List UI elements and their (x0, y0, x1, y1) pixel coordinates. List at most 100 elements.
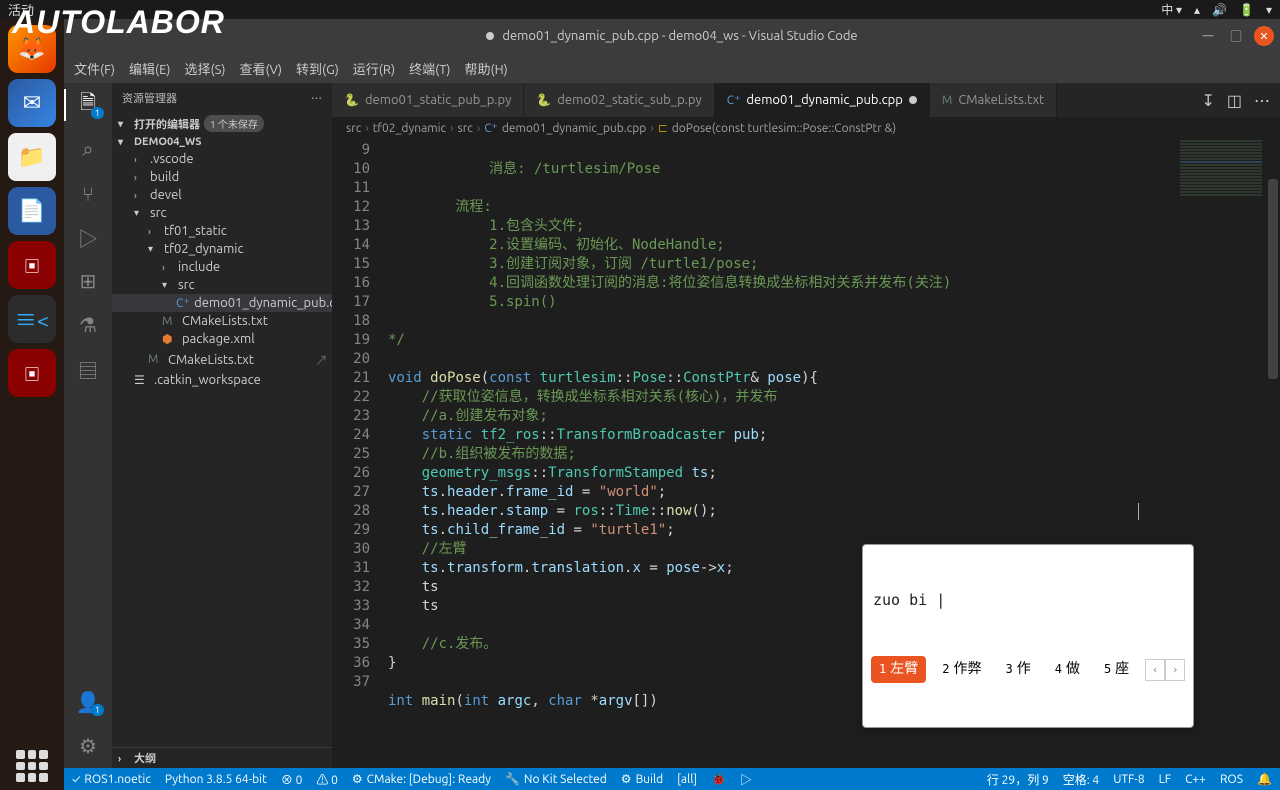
files-icon[interactable]: 📁 (8, 133, 56, 181)
sb-lang[interactable]: C++ (1185, 771, 1206, 788)
chevron-right-icon[interactable]: › (118, 753, 130, 764)
statusbar: ✓ ROS1.noetic Python 3.8.5 64-bit ⊗ 0 ⚠ … (64, 768, 1280, 790)
sb-eol[interactable]: LF (1159, 771, 1171, 788)
chevron-down-icon[interactable]: ▾ (118, 118, 130, 130)
folder-include[interactable]: ›include (112, 258, 332, 276)
tab-cmake[interactable]: MCMakeLists.txt (930, 83, 1057, 117)
explorer-icon[interactable]: 🗎1 (76, 93, 100, 117)
account-icon[interactable]: 👤1 (76, 690, 100, 714)
folder-build[interactable]: ›build (112, 168, 332, 186)
tab-py-2[interactable]: 🐍demo02_static_sub_p.py (524, 83, 714, 117)
window-title: demo01_dynamic_pub.cpp - demo04_ws - Vis… (502, 29, 857, 43)
vscode-window: demo01_dynamic_pub.cpp - demo04_ws - Vis… (64, 19, 1280, 790)
open-aside-icon[interactable]: ↧ (1201, 91, 1214, 110)
cmake-icon[interactable]: ▤ (76, 357, 100, 381)
folder-devel[interactable]: ›devel (112, 186, 332, 204)
apps-grid-icon[interactable] (8, 742, 56, 790)
ime-candidate[interactable]: 4做 (1047, 656, 1088, 683)
brand-logo: AUTOLABOR (12, 4, 225, 41)
sb-run-icon[interactable]: ▷ (740, 771, 752, 788)
volume-icon[interactable]: 🔊 (1212, 3, 1227, 17)
opened-editors-label[interactable]: 打开的编辑器 (134, 116, 200, 132)
sb-warnings[interactable]: ⚠ 0 (316, 771, 338, 788)
sb-debug-icon[interactable]: 🐞 (711, 772, 726, 786)
system-menu-icon[interactable]: ▾ (1266, 3, 1272, 17)
office-icon[interactable]: 📄 (8, 187, 56, 235)
menu-edit[interactable]: 编辑(E) (129, 59, 170, 78)
sb-build[interactable]: ⚙ Build (621, 772, 663, 786)
network-icon[interactable]: ▴ (1194, 3, 1200, 17)
outline-label[interactable]: 大纲 (134, 750, 156, 766)
workspace-label[interactable]: DEMO04_WS (134, 136, 202, 148)
sb-indent[interactable]: 空格: 4 (1063, 771, 1099, 788)
chevron-down-icon[interactable]: ▾ (118, 136, 130, 148)
test-icon[interactable]: ⚗ (76, 313, 100, 337)
gear-icon[interactable]: ⚙ (76, 734, 100, 758)
ime-candidate[interactable]: 1左臂 (871, 656, 926, 683)
scrollbar-vertical[interactable] (1266, 139, 1280, 768)
file-package-xml[interactable]: ⬢package.xml (112, 330, 332, 348)
file-cmakelists-1[interactable]: MCMakeLists.txt (112, 312, 332, 330)
folder-tf01[interactable]: ›tf01_static (112, 222, 332, 240)
sidebar-more-icon[interactable]: ⋯ (311, 90, 322, 106)
thunderbird-icon[interactable]: ✉ (8, 79, 56, 127)
menubar: 文件(F) 编辑(E) 选择(S) 查看(V) 转到(G) 运行(R) 终端(T… (64, 53, 1280, 83)
menu-goto[interactable]: 转到(G) (296, 59, 339, 78)
debug-icon[interactable]: ▷ (76, 225, 100, 249)
tab-py-1[interactable]: 🐍demo01_static_pub_p.py (332, 83, 524, 117)
sb-errors[interactable]: ⊗ 0 (281, 771, 303, 788)
minimize-button[interactable]: — (1198, 26, 1218, 46)
vscode-icon[interactable]: ≡< (8, 295, 56, 343)
menu-view[interactable]: 查看(V) (240, 59, 282, 78)
battery-icon[interactable]: 🔋 (1239, 3, 1254, 17)
unsaved-badge: 1 个未保存 (204, 115, 264, 132)
ime-prev-icon[interactable]: ‹ (1145, 659, 1165, 681)
ime-candidate[interactable]: 3作 (997, 656, 1038, 683)
menu-run[interactable]: 运行(R) (353, 59, 395, 78)
terminal-icon-2[interactable]: ▣ (8, 349, 56, 397)
code-editor[interactable]: 9101112131415161718192021222324252627282… (332, 139, 1280, 768)
ime-popup: zuo bi | 1左臂 2作弊 3作 4做 5座 ‹› (862, 544, 1194, 728)
tab-cpp[interactable]: C⁺demo01_dynamic_pub.cpp (715, 83, 930, 117)
sb-bell-icon[interactable]: 🔔 (1257, 771, 1272, 788)
ime-candidate[interactable]: 5座 (1096, 656, 1137, 683)
folder-tf02[interactable]: ▾tf02_dynamic (112, 240, 332, 258)
sb-ros2[interactable]: ROS (1220, 771, 1243, 788)
sb-target[interactable]: [all] (677, 773, 697, 786)
extensions-icon[interactable]: ⊞ (76, 269, 100, 293)
menu-select[interactable]: 选择(S) (185, 59, 226, 78)
file-cmakelists-2[interactable]: MCMakeLists.txt↗ (112, 348, 332, 371)
ime-next-icon[interactable]: › (1165, 659, 1185, 681)
breadcrumb[interactable]: src› tf02_dynamic› src› C⁺ demo01_dynami… (332, 117, 1280, 139)
sb-python[interactable]: Python 3.8.5 64-bit (165, 773, 267, 786)
sidebar-title-label: 资源管理器 (122, 90, 177, 106)
menu-terminal[interactable]: 终端(T) (409, 59, 450, 78)
menu-file[interactable]: 文件(F) (74, 59, 115, 78)
folder-inner-src[interactable]: ▾src (112, 276, 332, 294)
split-editor-icon[interactable]: ◫ (1227, 91, 1242, 110)
more-actions-icon[interactable]: ⋯ (1254, 88, 1270, 112)
file-cpp[interactable]: C⁺demo01_dynamic_pub.cpp (112, 294, 332, 312)
search-icon[interactable]: ⌕ (76, 137, 100, 161)
file-catkin[interactable]: ☰.catkin_workspace (112, 371, 332, 389)
scm-icon[interactable]: ⑂ (76, 181, 100, 205)
folder-vscode[interactable]: ›.vscode (112, 150, 332, 168)
window-titlebar: demo01_dynamic_pub.cpp - demo04_ws - Vis… (64, 19, 1280, 53)
ime-candidate[interactable]: 2作弊 (934, 656, 989, 683)
ime-indicator[interactable]: 中 ▾ (1161, 1, 1182, 18)
sb-encoding[interactable]: UTF-8 (1113, 771, 1144, 788)
sb-kit[interactable]: 🔧 No Kit Selected (505, 772, 607, 786)
menu-help[interactable]: 帮助(H) (465, 59, 508, 78)
close-button[interactable]: ✕ (1254, 26, 1274, 46)
maximize-button[interactable]: ▢ (1226, 26, 1246, 46)
sb-ros[interactable]: ✓ ROS1.noetic (72, 773, 151, 786)
folder-src[interactable]: ▾src (112, 204, 332, 222)
sb-cursor-pos[interactable]: 行 29，列 9 (987, 771, 1049, 788)
sb-cmake[interactable]: ⚙ CMake: [Debug]: Ready (352, 772, 491, 786)
code-content[interactable]: 消息: /turtlesim/Pose 流程: 1.包含头文件; 2.设置编码、… (388, 139, 1280, 768)
terminal-icon[interactable]: ▣ (8, 241, 56, 289)
unsaved-dot-icon (909, 96, 917, 104)
line-numbers: 9101112131415161718192021222324252627282… (332, 139, 388, 768)
ime-composition: zuo bi | (863, 589, 1193, 618)
ubuntu-launcher: 🦊 ✉ 📁 📄 ▣ ≡< ▣ (0, 19, 64, 790)
